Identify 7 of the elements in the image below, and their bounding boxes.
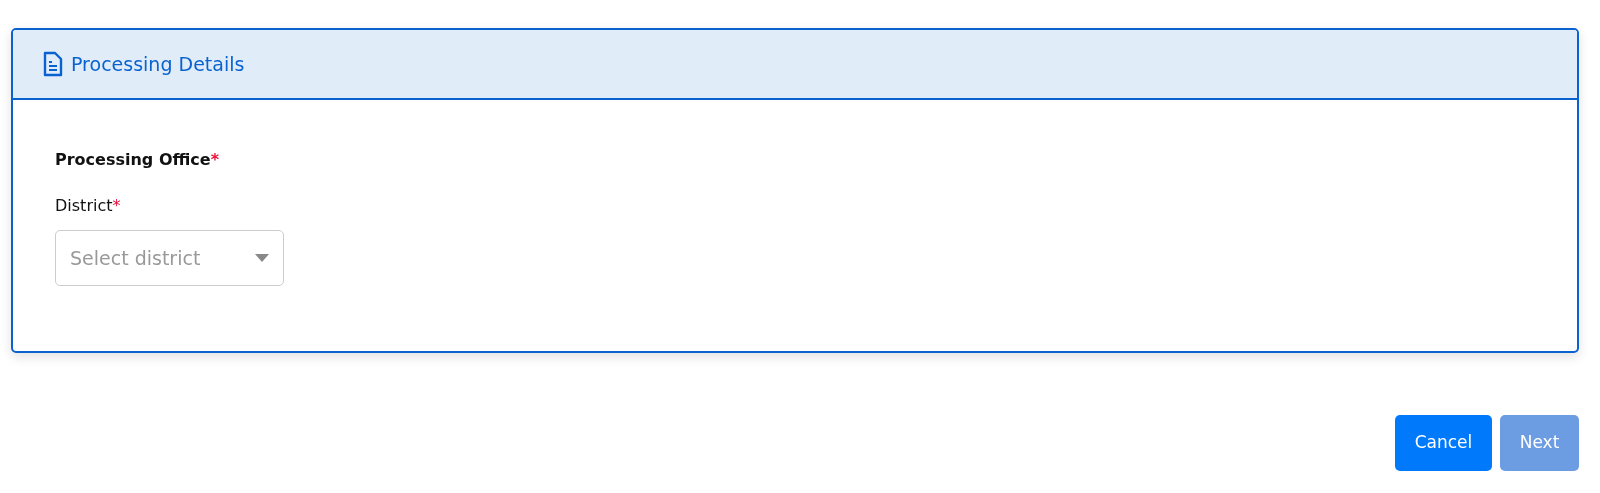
district-dropdown[interactable]: Select district	[55, 230, 284, 286]
action-button[interactable]: Cancel	[1395, 415, 1492, 471]
section-heading: Processing Office*	[55, 149, 220, 171]
caret-icon	[255, 254, 269, 262]
document-icon	[43, 51, 63, 77]
panel-title: Processing Details	[71, 51, 245, 77]
field-label: District*	[55, 196, 121, 215]
